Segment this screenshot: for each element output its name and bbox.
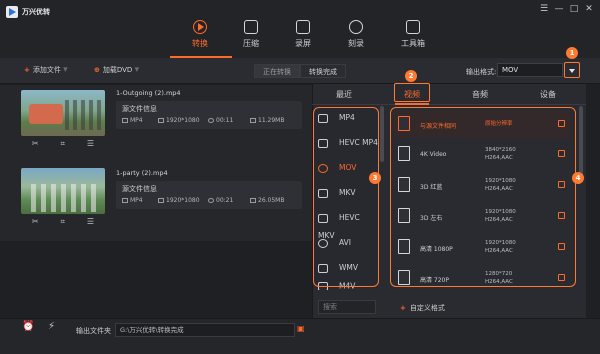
source-info-title: 源文件信息 <box>122 185 157 193</box>
output-format-select[interactable]: MOV <box>497 63 563 77</box>
meta-size: 11.29MB <box>250 117 284 124</box>
folder-icon <box>250 118 256 123</box>
tab-recent[interactable]: 最近 <box>316 88 372 102</box>
custom-format-label: 自定义格式 <box>409 304 445 312</box>
app-logo-icon <box>6 6 18 18</box>
resolution-list-highlight <box>390 107 576 287</box>
dvd-icon: ⊕ <box>94 66 100 74</box>
meta-format-value: MP4 <box>130 197 143 204</box>
chevron-down-icon: ▾ <box>134 65 140 75</box>
format-list-highlight <box>313 107 379 287</box>
menu-icon[interactable]: ☰ <box>537 4 551 14</box>
effects-icon[interactable]: ☰ <box>87 139 94 149</box>
tab-burn[interactable]: 刻录 <box>324 16 388 58</box>
meta-duration-value: 00:21 <box>216 197 234 204</box>
source-info-box: 源文件信息 MP4 1920*1080 00:11 11.29MB <box>116 101 302 129</box>
close-icon[interactable]: ✕ <box>582 4 596 14</box>
scissors-icon[interactable]: ✂ <box>32 139 39 149</box>
maximize-icon[interactable]: □ <box>567 4 581 14</box>
video-camera-icon <box>296 20 310 34</box>
meta-size-value: 26.05MB <box>258 197 285 204</box>
meta-resolution: 1920*1080 <box>158 117 200 124</box>
row-tools: ✂ ⌗ ☰ <box>21 217 105 227</box>
add-file-button[interactable]: + 添加文件 ▾ <box>24 65 68 75</box>
app-title: 万兴优转 <box>22 8 50 16</box>
callout-badge-4: 4 <box>572 172 584 184</box>
source-info-box: 源文件信息 MP4 1920*1080 00:21 26.05MB <box>116 181 302 209</box>
tab-converting[interactable]: 正在转换 <box>254 64 300 78</box>
active-panel-tab-indicator <box>395 103 429 105</box>
meta-format: MP4 <box>122 117 143 124</box>
source-info-title: 源文件信息 <box>122 105 157 113</box>
video-thumbnail[interactable] <box>21 168 105 214</box>
output-format-label: 输出格式: <box>466 68 497 76</box>
crop-icon[interactable]: ⌗ <box>60 139 65 149</box>
minimize-icon[interactable]: — <box>552 4 566 14</box>
meta-format-value: MP4 <box>130 117 143 124</box>
file-row[interactable]: ✂ ⌗ ☰ 1-Outgoing (2).mp4 源文件信息 MP4 1920*… <box>0 85 312 163</box>
crop-icon[interactable]: ⌗ <box>60 217 65 227</box>
thumbnail-people <box>31 184 97 212</box>
output-format-dropdown-button[interactable] <box>564 62 580 78</box>
tab-toolbox[interactable]: 工具箱 <box>381 16 445 58</box>
output-path-field[interactable]: G:\万兴优转\转换完成 <box>115 323 295 337</box>
load-dvd-button[interactable]: ⊕ 加载DVD ▾ <box>94 65 139 75</box>
tab-burn-label: 刻录 <box>348 39 364 48</box>
format-list-scrollbar[interactable] <box>380 106 384 162</box>
custom-format-button[interactable]: + 自定义格式 <box>400 303 445 313</box>
compress-icon <box>244 20 258 34</box>
file-row[interactable]: ✂ ⌗ ☰ 1-party (2).mp4 源文件信息 MP4 1920*108… <box>0 163 312 241</box>
callout-badge-2: 2 <box>405 70 417 82</box>
meta-duration: 00:11 <box>208 117 233 124</box>
meta-duration: 00:21 <box>208 197 233 204</box>
thumbnail-people <box>65 100 101 130</box>
clock-icon <box>208 118 214 123</box>
file-icon <box>122 118 128 123</box>
tab-converted[interactable]: 转换完成 <box>300 64 346 78</box>
output-folder-label: 输出文件夹 <box>76 327 111 335</box>
scissors-icon[interactable]: ✂ <box>32 217 39 227</box>
tab-toolbox-label: 工具箱 <box>401 39 425 48</box>
chevron-down-icon: ▾ <box>63 65 68 75</box>
clock-icon <box>208 198 214 203</box>
file-icon <box>122 198 128 203</box>
meta-resolution: 1920*1080 <box>158 197 200 204</box>
row-tools: ✂ ⌗ ☰ <box>21 139 105 149</box>
load-dvd-label: 加载DVD <box>102 66 133 74</box>
meta-size: 26.05MB <box>250 197 284 204</box>
resolution-icon <box>158 118 164 123</box>
meta-format: MP4 <box>122 197 143 204</box>
alarm-clock-icon[interactable]: ⏰ <box>22 321 34 332</box>
lightning-icon[interactable]: ⚡ <box>48 321 55 332</box>
play-circle-icon <box>193 20 207 34</box>
tab-device[interactable]: 设备 <box>520 88 576 102</box>
meta-duration-value: 00:11 <box>216 117 234 124</box>
toolbox-icon <box>406 20 420 34</box>
folder-icon <box>250 198 256 203</box>
file-name: 1-Outgoing (2).mp4 <box>116 89 181 97</box>
meta-resolution-value: 1920*1080 <box>166 117 200 124</box>
plus-icon: + <box>24 66 30 74</box>
tab-audio[interactable]: 音频 <box>452 88 508 102</box>
callout-badge-3: 3 <box>369 172 381 184</box>
effects-icon[interactable]: ☰ <box>87 217 94 227</box>
open-folder-icon[interactable]: ▣ <box>297 324 305 333</box>
callout-badge-1: 1 <box>566 47 578 59</box>
format-search-input[interactable]: 搜索 <box>318 300 376 314</box>
video-thumbnail[interactable] <box>21 90 105 136</box>
resolution-icon <box>158 198 164 203</box>
add-file-label: 添加文件 <box>32 66 61 74</box>
thumbnail-bus <box>29 104 63 124</box>
disc-icon <box>349 20 363 34</box>
resolution-list-scrollbar[interactable] <box>579 106 583 180</box>
meta-size-value: 11.29MB <box>258 117 285 124</box>
video-tab-highlight <box>394 83 430 102</box>
file-name: 1-party (2).mp4 <box>116 169 168 177</box>
panel-divider <box>312 104 586 105</box>
plus-icon: + <box>400 304 406 312</box>
meta-resolution-value: 1920*1080 <box>166 197 200 204</box>
